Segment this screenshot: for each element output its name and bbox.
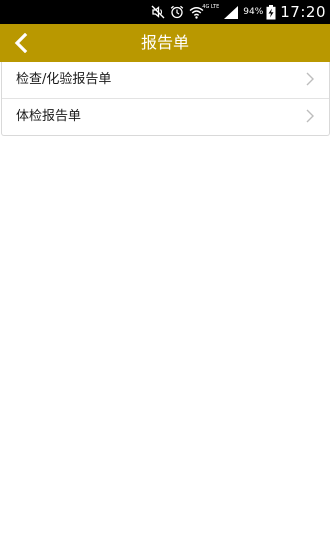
- list-item-inspection-lab-report[interactable]: 检查/化验报告单: [2, 62, 329, 99]
- chevron-right-icon: [306, 109, 314, 123]
- list-item-label: 检查/化验报告单: [16, 72, 112, 87]
- alarm-icon: [171, 5, 184, 19]
- report-list: 检查/化验报告单 体检报告单: [1, 62, 330, 136]
- signal-icon: [224, 5, 239, 19]
- network-type-label: 4G LTE: [202, 4, 220, 10]
- battery-percent: 94%: [243, 7, 264, 17]
- page-title: 报告单: [140, 33, 189, 52]
- chevron-left-icon: [14, 33, 28, 53]
- status-icons: 4G LTE 94% 17:20: [146, 0, 326, 24]
- chevron-right-icon: [306, 72, 314, 86]
- list-item-physical-exam-report[interactable]: 体检报告单: [2, 99, 329, 135]
- mute-icon: [151, 5, 165, 19]
- status-bar: 4G LTE 94% 17:20: [0, 0, 330, 24]
- list-item-label: 体检报告单: [16, 109, 82, 124]
- title-bar: 报告单: [0, 24, 330, 62]
- status-clock: 17:20: [280, 3, 326, 21]
- back-button[interactable]: [8, 28, 34, 58]
- battery-charging-icon: [266, 4, 276, 19]
